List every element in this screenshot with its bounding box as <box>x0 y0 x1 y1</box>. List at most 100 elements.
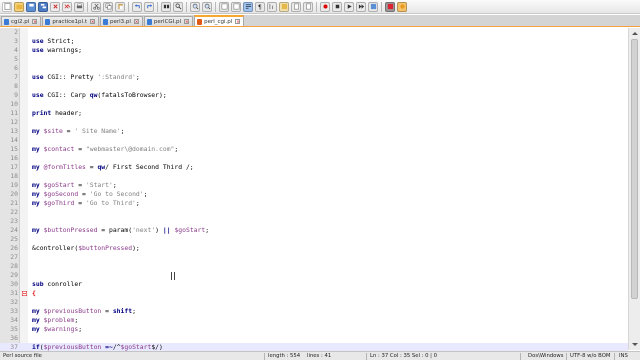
line-number: 33 <box>10 307 18 315</box>
code-line[interactable]: 18 <box>0 172 628 181</box>
status-separator <box>366 353 367 360</box>
tab-perl-cgi-pl[interactable]: perl_cgi.pl × <box>194 15 245 26</box>
code-line[interactable]: 3 use Strict; <box>0 37 628 46</box>
code-line[interactable]: 27 <box>0 253 628 262</box>
toolbar: ¶ <box>0 0 640 14</box>
line-number: 10 <box>10 100 18 108</box>
code-line[interactable]: 34 my $problem; <box>0 316 628 325</box>
code-line[interactable]: 26 &controller($buttonPressed); <box>0 244 628 253</box>
code-area[interactable]: 2 3 use Strict; 4 use warnings; 5 6 7 use CGI:: … <box>0 28 628 352</box>
code-line[interactable]: 30 sub conroller <box>0 280 628 289</box>
code-line[interactable]: 7 use CGI:: Pretty ':Standrd'; <box>0 73 628 82</box>
language-icon[interactable] <box>279 1 289 12</box>
code-text: print header; <box>32 109 83 117</box>
code-line[interactable]: 21 my $goThird = 'Go to Third'; <box>0 199 628 208</box>
zoom-out-icon[interactable] <box>202 1 212 12</box>
code-line[interactable]: 15 my $contact = "webmaster\@domain.com"; <box>0 145 628 154</box>
close-tab-icon[interactable]: × <box>32 19 38 24</box>
code-line[interactable]: 2 <box>0 28 628 37</box>
cut-icon[interactable] <box>91 1 101 12</box>
code-line[interactable]: 13 my $site = ' Site Name'; <box>0 127 628 136</box>
code-line[interactable]: 36 <box>0 334 628 343</box>
record-macro-icon[interactable] <box>320 1 330 12</box>
scrollbar-thumb[interactable] <box>631 39 638 299</box>
run-macro-multiple-icon[interactable] <box>356 1 366 12</box>
undo-icon[interactable] <box>132 1 142 12</box>
word-wrap-icon[interactable] <box>243 1 253 12</box>
new-file-icon[interactable] <box>2 1 12 12</box>
tab-practice1pl-t[interactable]: practice1pl.t × <box>42 16 99 26</box>
paste-icon[interactable] <box>115 1 125 12</box>
code-line[interactable]: 10 <box>0 100 628 109</box>
zoom-in-icon[interactable] <box>190 1 200 12</box>
line-number: 30 <box>10 280 18 288</box>
status-length: length : 554 <box>268 353 301 359</box>
tab-perl3-pl[interactable]: perl3.pl × <box>99 16 143 26</box>
code-line[interactable]: 11 print header; <box>0 109 628 118</box>
line-number: 13 <box>10 127 18 135</box>
code-line[interactable]: 5 <box>0 55 628 64</box>
show-all-characters-icon[interactable]: ¶ <box>255 1 265 12</box>
code-line[interactable]: 17 my @formTitles = qw/ First Second Thir… <box>0 163 628 172</box>
close-tab-icon[interactable]: × <box>184 19 190 24</box>
code-line[interactable]: 19 my $goStart = 'Start'; <box>0 181 628 190</box>
stop-macro-icon[interactable] <box>332 1 342 12</box>
code-line[interactable]: 20 my $goSecond = 'Go to Second'; <box>0 190 628 199</box>
code-line[interactable]: 31 { <box>0 289 628 298</box>
code-line[interactable]: 12 <box>0 118 628 127</box>
close-tab-icon[interactable]: × <box>133 19 139 24</box>
sync-horizontal-icon[interactable] <box>231 1 241 12</box>
close-file-icon[interactable] <box>50 1 60 12</box>
run-icon[interactable] <box>385 1 395 12</box>
code-line[interactable]: 6 <box>0 64 628 73</box>
replace-icon[interactable] <box>173 1 183 12</box>
code-line[interactable]: 9 use CGI:: Carp qw(fatalsToBrowser); <box>0 91 628 100</box>
play-macro-icon[interactable] <box>344 1 354 12</box>
code-line[interactable]: 14 <box>0 136 628 145</box>
find-icon[interactable] <box>161 1 171 12</box>
sync-vertical-icon[interactable] <box>219 1 229 12</box>
tab-cgi2-pl[interactable]: cgi2.pl × <box>1 16 42 26</box>
code-text: my $site = ' Site Name'; <box>32 127 125 135</box>
toolbar-separator <box>215 1 216 12</box>
toolbar-separator <box>157 1 158 12</box>
code-line[interactable]: 22 <box>0 208 628 217</box>
plugin-icon[interactable] <box>397 1 407 12</box>
code-line[interactable]: 28 <box>0 262 628 271</box>
print-icon[interactable] <box>74 1 84 12</box>
code-line[interactable]: 24 my $buttonPressed = param('next') || $… <box>0 226 628 235</box>
close-all-icon[interactable] <box>62 1 72 12</box>
open-folder-icon[interactable] <box>14 1 24 12</box>
code-line[interactable]: 23 <box>0 217 628 226</box>
function-list-icon[interactable] <box>303 1 313 12</box>
close-tab-icon[interactable]: × <box>235 19 241 24</box>
code-text: my $contact = "webmaster\@domain.com"; <box>32 145 179 153</box>
vertical-scrollbar[interactable] <box>628 28 640 350</box>
code-line[interactable]: 4 use warnings; <box>0 46 628 55</box>
code-line[interactable]: 33 my $previousButton = shift; <box>0 307 628 316</box>
toolbar-separator <box>316 1 317 12</box>
line-number: 15 <box>10 145 18 153</box>
tab-label: practice1pl.t <box>52 18 87 25</box>
document-map-icon[interactable] <box>291 1 301 12</box>
tab-perlcgi-pl[interactable]: perlCGI.pl × <box>143 16 194 26</box>
copy-icon[interactable] <box>103 1 113 12</box>
save-icon[interactable] <box>26 1 36 12</box>
scroll-up-icon[interactable] <box>630 29 639 38</box>
save-all-icon[interactable] <box>38 1 48 12</box>
scroll-down-icon[interactable] <box>630 340 639 349</box>
save-macro-icon[interactable] <box>368 1 378 12</box>
close-tab-icon[interactable]: × <box>89 19 95 24</box>
line-number: 29 <box>10 271 18 279</box>
fold-toggle-icon[interactable] <box>22 290 27 296</box>
code-line[interactable]: 32 <box>0 298 628 307</box>
code-line[interactable]: 25 <box>0 235 628 244</box>
line-number: 35 <box>10 325 18 333</box>
code-line[interactable]: 16 <box>0 154 628 163</box>
code-line[interactable]: 8 <box>0 82 628 91</box>
indent-guide-icon[interactable] <box>267 1 277 12</box>
redo-icon[interactable] <box>144 1 154 12</box>
code-line[interactable]: 29 <box>0 271 628 280</box>
code-editor[interactable]: 2 3 use Strict; 4 use warnings; 5 6 7 use CGI:: … <box>0 28 640 352</box>
code-line[interactable]: 35 my $warnings; <box>0 325 628 334</box>
